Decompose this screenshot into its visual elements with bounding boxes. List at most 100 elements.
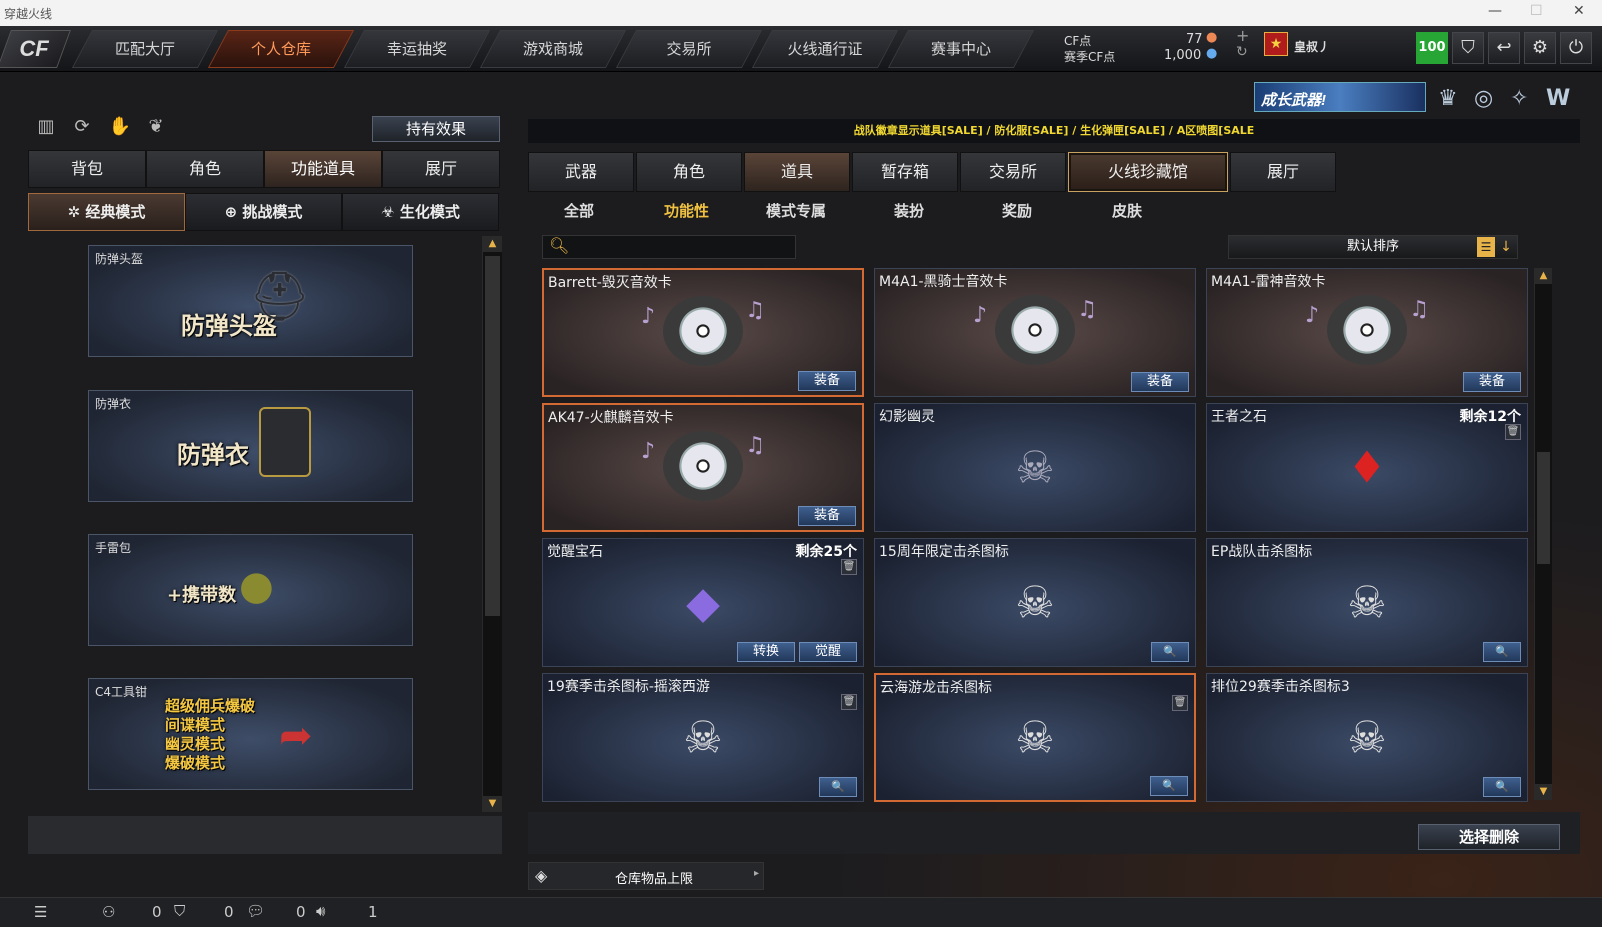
subtab-dress[interactable]: 装扮 xyxy=(894,200,924,221)
mode-zombie[interactable]: ☣ 生化模式 xyxy=(342,193,499,231)
awaken-button[interactable]: 觉醒 xyxy=(799,642,857,662)
subtab-all[interactable]: 全部 xyxy=(564,200,594,221)
magnify-button[interactable]: 🔍 xyxy=(1151,642,1189,662)
storage-limit-bar[interactable]: ◈ 仓库物品上限 ▸ xyxy=(528,862,764,890)
nav-tab-match-hall[interactable]: 匹配大厅 xyxy=(71,30,219,68)
list-icon[interactable]: ☰ xyxy=(1477,237,1495,257)
trash-icon[interactable]: 🗑︎ xyxy=(1505,424,1521,440)
grid-scroll-down-icon[interactable]: ▼ xyxy=(1535,784,1552,800)
trash-icon[interactable]: 🗑︎ xyxy=(1172,695,1188,711)
recharge-plus-icon[interactable]: + xyxy=(1236,26,1249,45)
subtab-skin[interactable]: 皮肤 xyxy=(1112,200,1142,221)
right-tab-showroom[interactable]: 展厅 xyxy=(1230,152,1336,192)
left-tab-functional[interactable]: 功能道具 xyxy=(264,150,382,188)
menu-icon[interactable]: ☰ xyxy=(34,903,47,921)
left-tab-character[interactable]: 角色 xyxy=(146,150,264,188)
trash-icon[interactable]: 🗑︎ xyxy=(841,694,857,710)
bag-icon[interactable]: ❦ xyxy=(144,116,168,140)
chat-icon[interactable]: 💬︎ xyxy=(246,902,265,920)
shield-icon[interactable]: ⛉ xyxy=(1452,32,1484,64)
scroll-thumb[interactable] xyxy=(485,256,500,616)
refresh-icon[interactable]: ↻ xyxy=(1236,44,1248,60)
item-card[interactable]: M4A1-雷神音效卡 ♪ ♫ 装备 xyxy=(1206,268,1528,397)
grid-scroll-up-icon[interactable]: ▲ xyxy=(1535,268,1552,284)
friends-icon[interactable]: ⚇ xyxy=(102,903,115,921)
equip-button[interactable]: 装备 xyxy=(1463,372,1521,392)
item-card[interactable]: M4A1-黑骑士音效卡 ♪ ♫ 装备 xyxy=(874,268,1196,397)
mode-classic[interactable]: ✲ 经典模式 xyxy=(28,193,185,231)
mode-challenge[interactable]: ⊕ 挑战模式 xyxy=(185,193,342,231)
sort-dropdown[interactable]: 默认排序 ☰ ↓ xyxy=(1228,235,1518,259)
right-tab-storage[interactable]: 暂存箱 xyxy=(852,152,958,192)
scroll-up-icon[interactable]: ▲ xyxy=(483,236,502,252)
left-card-vest[interactable]: 防弹衣 防弹衣 xyxy=(88,390,413,502)
power-icon[interactable]: ⏻ xyxy=(1560,32,1592,64)
magnify-button[interactable]: 🔍 xyxy=(1483,777,1521,797)
gear-icon[interactable]: ⚙ xyxy=(1524,32,1556,64)
select-delete-button[interactable]: 选择删除 xyxy=(1418,824,1560,850)
right-tab-collection[interactable]: 火线珍藏馆 xyxy=(1068,152,1228,192)
maximize-button[interactable]: ☐ xyxy=(1530,3,1543,19)
subtab-functional[interactable]: 功能性 xyxy=(664,200,709,221)
badge-icon-1[interactable]: ♛ xyxy=(1438,86,1458,111)
item-card[interactable]: 19赛季击杀图标-摇滚西游 🗑︎ ☠ 🔍 xyxy=(542,673,864,802)
item-card[interactable]: 王者之石 剩余12个 🗑︎ ♦ xyxy=(1206,403,1528,532)
expand-arrow-icon[interactable]: ▸ xyxy=(754,868,759,879)
nav-tab-exchange[interactable]: 交易所 xyxy=(615,30,763,68)
right-tab-items[interactable]: 道具 xyxy=(744,152,850,192)
level-badge[interactable]: 100 xyxy=(1416,32,1448,64)
item-card[interactable]: 觉醒宝石 剩余25个 🗑︎ ◆ 转换 觉醒 xyxy=(542,538,864,667)
nav-tab-shop[interactable]: 游戏商城 xyxy=(479,30,627,68)
left-tab-showroom[interactable]: 展厅 xyxy=(382,150,500,188)
right-tab-weapons[interactable]: 武器 xyxy=(528,152,634,192)
item-card[interactable]: 15周年限定击杀图标 ☠ 🔍 xyxy=(874,538,1196,667)
search-input[interactable] xyxy=(571,238,791,256)
sale-banner[interactable]: 战队徽章显示道具[SALE] / 防化服[SALE] / 生化弹匣[SALE] … xyxy=(528,119,1580,143)
magnify-button[interactable]: 🔍 xyxy=(1150,776,1188,796)
equip-button[interactable]: 装备 xyxy=(798,506,856,526)
right-tab-exchange[interactable]: 交易所 xyxy=(960,152,1066,192)
sort-arrow-icon[interactable]: ↓ xyxy=(1497,237,1515,257)
w-logo-icon[interactable]: W xyxy=(1546,86,1570,111)
item-card[interactable]: 云海游龙击杀图标 🗑︎ ☠ 🔍 xyxy=(874,673,1196,802)
item-card[interactable]: AK47-火麒麟音效卡 ♪ ♫ 装备 xyxy=(542,403,864,532)
left-scrollbar[interactable]: ▲ ▼ xyxy=(482,236,502,812)
right-tab-character[interactable]: 角色 xyxy=(636,152,742,192)
subtab-reward[interactable]: 奖励 xyxy=(1002,200,1032,221)
scroll-down-icon[interactable]: ▼ xyxy=(483,796,502,812)
effect-button[interactable]: 持有效果 xyxy=(372,116,500,142)
speaker-icon[interactable]: 🔊︎ xyxy=(316,902,325,920)
magnify-button[interactable]: 🔍 xyxy=(819,777,857,797)
equip-button[interactable]: 装备 xyxy=(798,371,856,391)
nav-tab-events[interactable]: 赛事中心 xyxy=(887,30,1035,68)
nav-tab-warehouse[interactable]: 个人仓库 xyxy=(207,30,355,68)
rocket-icon[interactable]: ✧ xyxy=(1510,86,1528,111)
left-tab-backpack[interactable]: 背包 xyxy=(28,150,146,188)
convert-button[interactable]: 转换 xyxy=(737,642,795,662)
trash-icon[interactable]: 🗑︎ xyxy=(841,559,857,575)
item-card[interactable]: 排位29赛季击杀图标3 ☠ 🔍 xyxy=(1206,673,1528,802)
cf-logo[interactable]: CF xyxy=(0,30,71,68)
hand-icon[interactable]: ✋ xyxy=(108,116,132,140)
user-name[interactable]: 皇叔丿 xyxy=(1294,38,1330,55)
clan-shield-icon[interactable]: ⛉ xyxy=(174,902,185,920)
grid-scroll-thumb[interactable] xyxy=(1537,452,1550,564)
close-button[interactable]: ✕ xyxy=(1573,3,1585,19)
rank-badge-icon[interactable]: ★ xyxy=(1264,32,1288,56)
item-card[interactable]: 幻影幽灵 ☠ xyxy=(874,403,1196,532)
magnify-button[interactable]: 🔍 xyxy=(1483,642,1521,662)
left-card-helmet[interactable]: 防弹头盔 防弹头盔 ⛑ xyxy=(88,245,413,357)
globe-icon[interactable]: ◎ xyxy=(1474,86,1493,111)
stats-icon[interactable]: ▥ xyxy=(34,116,58,140)
back-icon[interactable]: ↩ xyxy=(1488,32,1520,64)
item-card[interactable]: Barrett-毁灭音效卡 ♪ ♫ 装备 xyxy=(542,268,864,397)
minimize-button[interactable]: — xyxy=(1488,3,1502,19)
refresh-cycle-icon[interactable]: ⟳ xyxy=(70,116,94,140)
right-scrollbar[interactable]: ▲ ▼ xyxy=(1534,268,1552,800)
subtab-mode[interactable]: 模式专属 xyxy=(766,200,826,221)
search-box[interactable]: 🔍︎ xyxy=(542,235,796,259)
nav-tab-lottery[interactable]: 幸运抽奖 xyxy=(343,30,491,68)
nav-tab-pass[interactable]: 火线通行证 xyxy=(751,30,899,68)
promo-banner[interactable]: 成长武器! xyxy=(1254,82,1426,112)
left-card-c4[interactable]: C4工具钳 超级佣兵爆破 间谍模式 幽灵模式 爆破模式 ➦ xyxy=(88,678,413,790)
